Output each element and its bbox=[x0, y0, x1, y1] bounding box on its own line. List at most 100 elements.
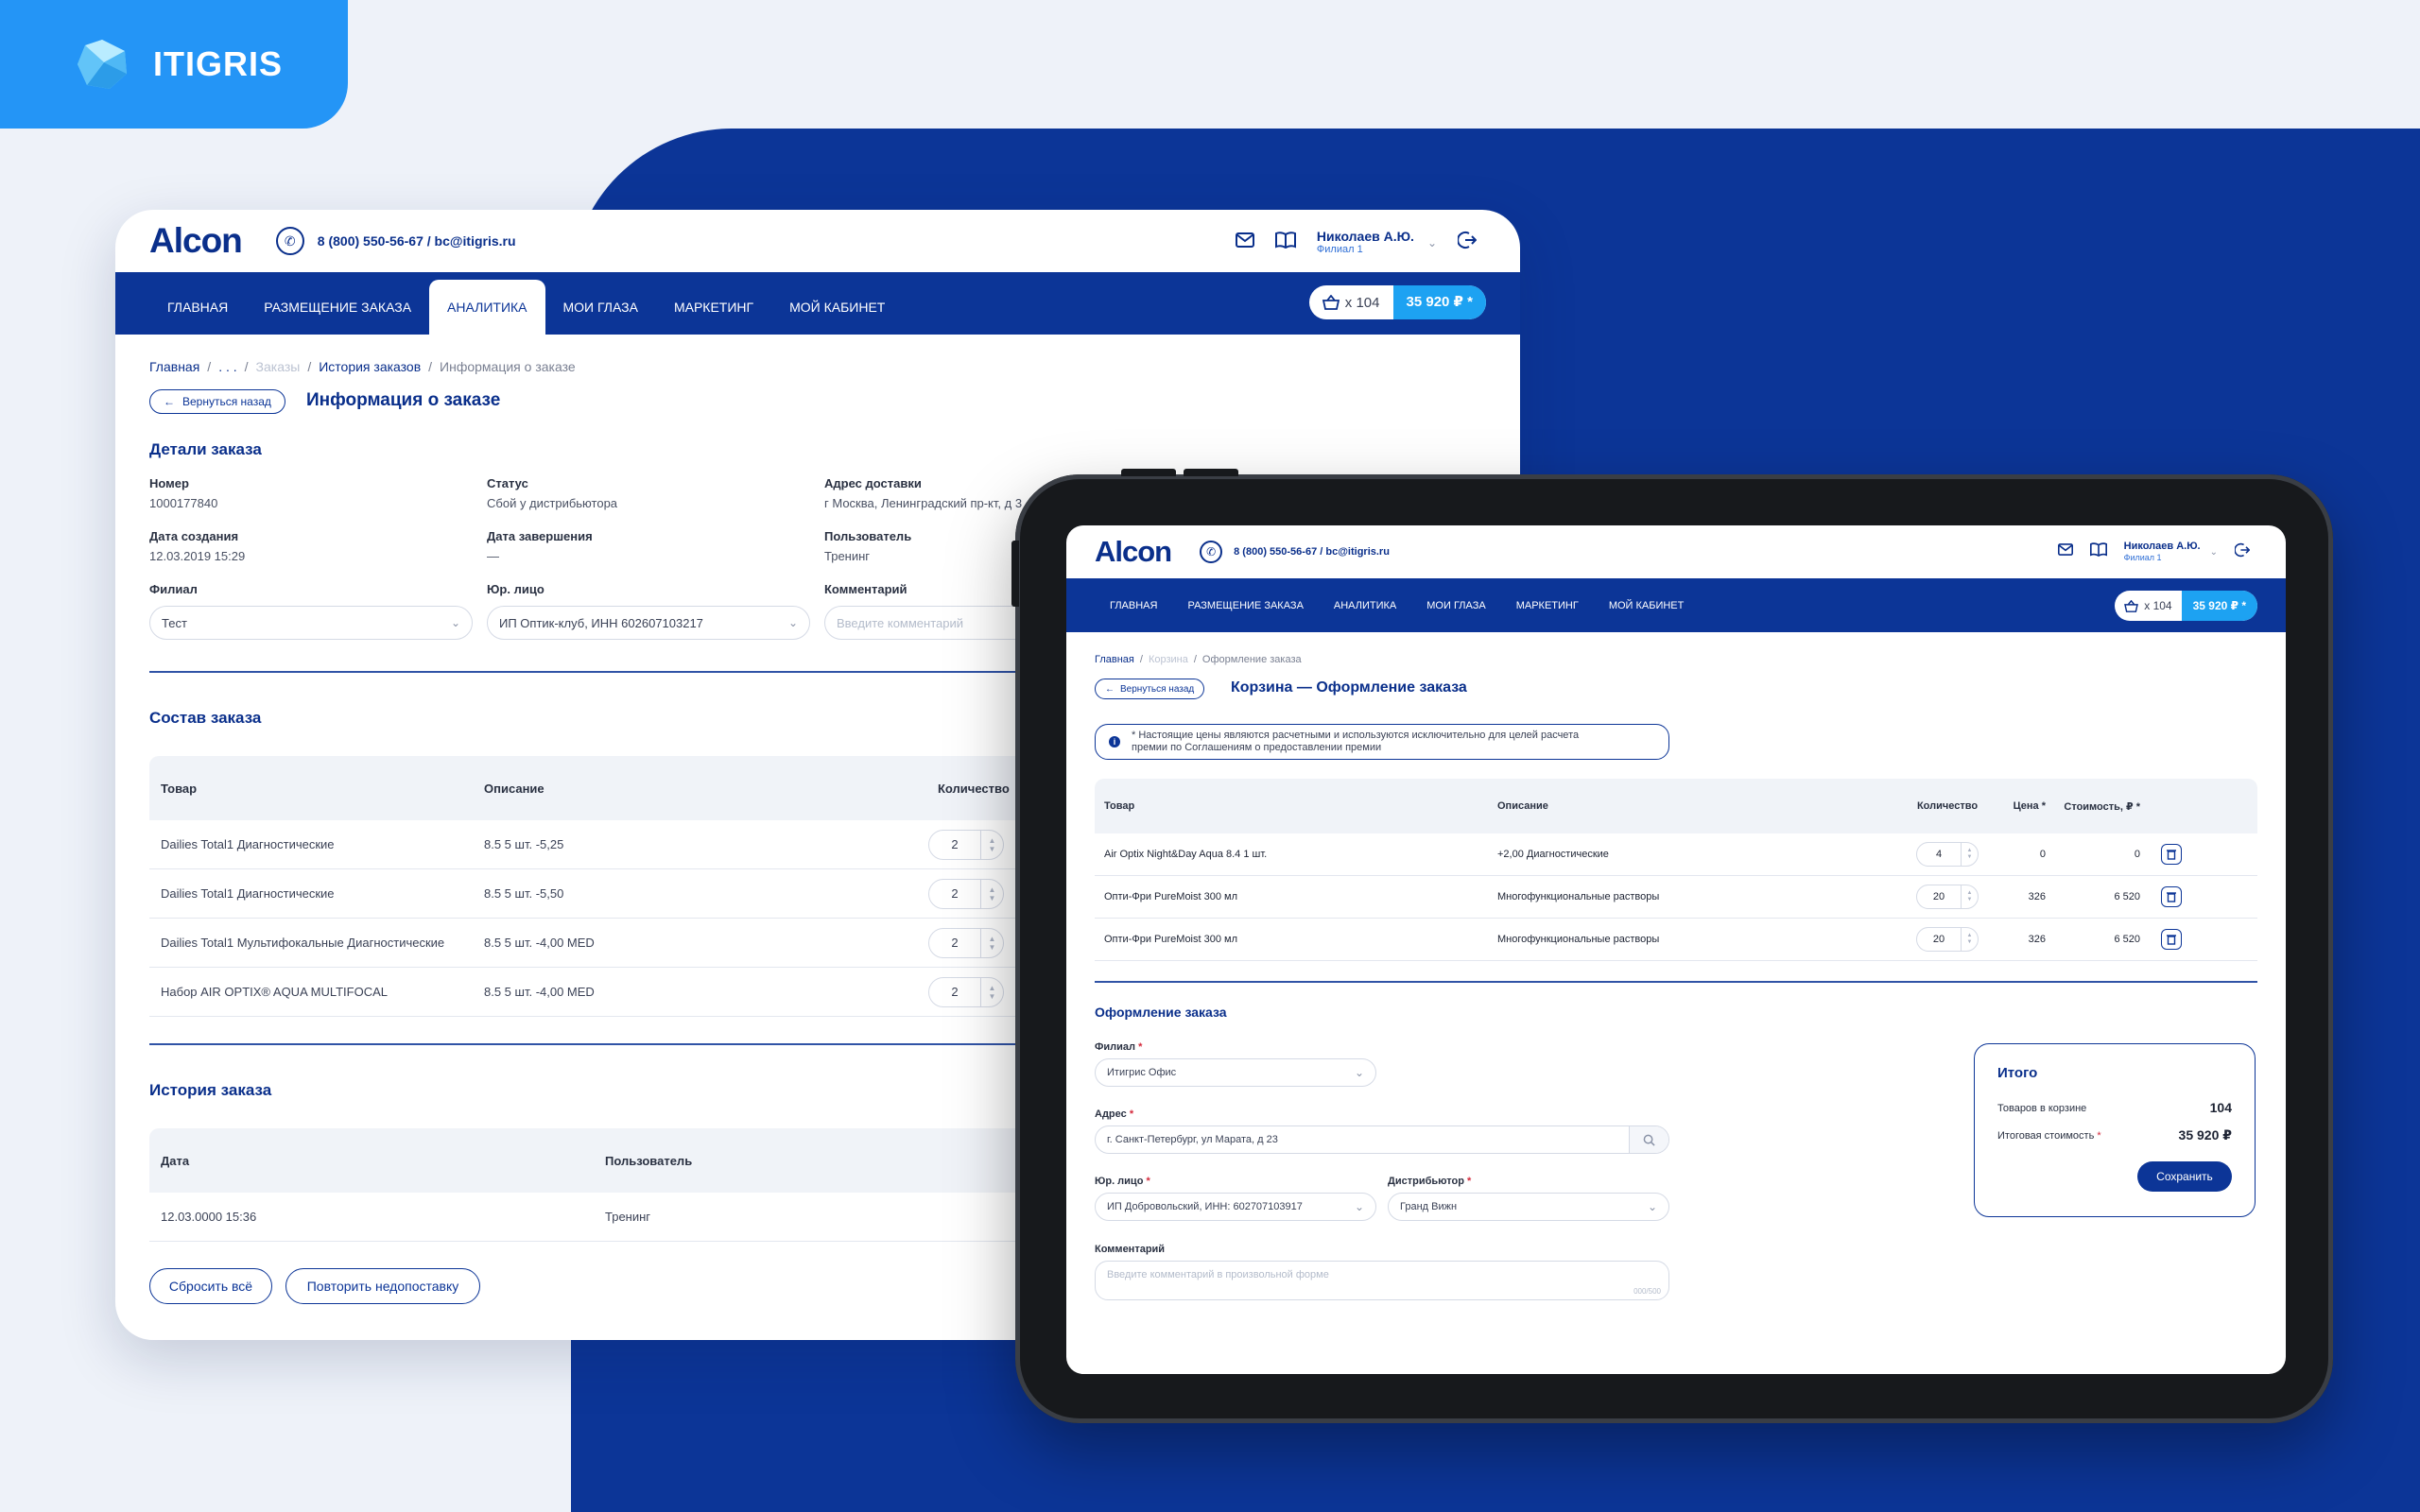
itigris-logo-icon bbox=[76, 38, 129, 91]
nav-order-placement[interactable]: Размещение заказа bbox=[246, 280, 429, 335]
branch-select[interactable]: Итигрис Офис ⌄ bbox=[1095, 1058, 1376, 1087]
nav-order-placement[interactable]: Размещение заказа bbox=[1172, 587, 1318, 625]
arrow-left-icon: ← bbox=[164, 395, 175, 408]
brand-badge: ITIGRIS bbox=[0, 0, 348, 129]
contact-info[interactable]: 8 (800) 550-56-67 / bc@itigris.ru bbox=[318, 233, 516, 249]
brand-name: ITIGRIS bbox=[153, 44, 284, 83]
field-status: Статус Сбой у дистрибьютора bbox=[487, 476, 618, 510]
comment-textarea[interactable]: Введите комментарий в произвольной форме… bbox=[1095, 1261, 1669, 1300]
section-divider bbox=[1095, 981, 2257, 983]
page-title: Информация о заказе bbox=[306, 390, 501, 410]
header-actions: Николаев А.Ю. Филиал 1 ⌄ bbox=[2057, 541, 2251, 563]
crumb-home[interactable]: Главная bbox=[149, 359, 199, 374]
reset-all-button[interactable]: Сбросить всё bbox=[149, 1268, 272, 1304]
user-branch: Филиал 1 bbox=[1316, 244, 1363, 255]
trash-icon[interactable] bbox=[2161, 886, 2182, 907]
nav-analytics[interactable]: Аналитика bbox=[429, 280, 545, 335]
main-nav: Главная Размещение заказа Аналитика Мои … bbox=[115, 272, 1520, 335]
search-icon[interactable] bbox=[1629, 1126, 1668, 1153]
chevron-down-icon: ⌄ bbox=[1647, 1200, 1657, 1213]
logout-icon[interactable] bbox=[2234, 542, 2251, 562]
field-legal: Юр. лицо ИП Оптик-клуб, ИНН 602607103217… bbox=[487, 582, 810, 640]
quantity-stepper[interactable]: 2 ▲ ▼ bbox=[928, 829, 1004, 860]
mail-icon[interactable] bbox=[1235, 232, 1254, 252]
crumb-history[interactable]: История заказов bbox=[319, 359, 421, 374]
legal-entity-select[interactable]: ИП Добровольский, ИНН: 602707103917 ⌄ bbox=[1095, 1193, 1376, 1221]
phone-icon: ✆ bbox=[275, 227, 304, 255]
user-branch: Филиал 1 bbox=[2123, 553, 2162, 562]
crumb-ellipsis[interactable]: . . . bbox=[218, 359, 236, 374]
header: Alcon ✆ 8 (800) 550-56-67 / bc@itigris.r… bbox=[115, 210, 1520, 272]
tablet-button bbox=[1121, 469, 1176, 476]
phone-icon: ✆ bbox=[1200, 541, 1223, 563]
crumb-current: Информация о заказе bbox=[440, 359, 576, 374]
nav-my-eyes[interactable]: Мои глаза bbox=[545, 280, 656, 335]
table-row: Air Optix Night&Day Aqua 8.4 1 шт. +2,00… bbox=[1095, 833, 2257, 876]
user-name: Николаев А.Ю. bbox=[1316, 229, 1414, 244]
chevron-down-icon: ⌄ bbox=[1426, 235, 1437, 249]
nav-marketing[interactable]: Маркетинг bbox=[656, 280, 771, 335]
cart-widget[interactable]: x 104 35 920 ₽ * bbox=[2115, 591, 2257, 621]
nav-my-account[interactable]: Мой кабинет bbox=[1594, 587, 1700, 625]
field-finished: Дата завершения — bbox=[487, 529, 593, 563]
trash-icon[interactable] bbox=[2161, 929, 2182, 950]
field-created: Дата создания 12.03.2019 15:29 bbox=[149, 529, 246, 563]
nav-home[interactable]: Главная bbox=[149, 280, 246, 335]
back-button[interactable]: ← Вернуться назад bbox=[1095, 679, 1205, 699]
chevron-down-icon: ⌄ bbox=[787, 616, 798, 629]
field-address: Адрес * г. Санкт-Петербург, ул Марата, д… bbox=[1095, 1108, 1669, 1154]
history-title: История заказа bbox=[149, 1081, 272, 1099]
tablet-button bbox=[1184, 469, 1238, 476]
legal-entity-select[interactable]: ИП Оптик-клуб, ИНН 602607103217 ⌄ bbox=[487, 606, 810, 640]
page-title: Корзина — Оформление заказа bbox=[1231, 679, 1467, 696]
book-icon[interactable] bbox=[1274, 232, 1296, 253]
table-header: Товар Описание Количество Цена * Стоимос… bbox=[1095, 779, 2257, 833]
user-menu[interactable]: Николаев А.Ю. Филиал 1 ⌄ bbox=[1317, 229, 1437, 256]
crumb-orders[interactable]: Заказы bbox=[256, 359, 301, 374]
back-button[interactable]: ← Вернуться назад bbox=[149, 389, 285, 414]
price-notice: i * Настоящие цены являются расчетными и… bbox=[1095, 724, 1669, 760]
cart-count: x 104 bbox=[2115, 599, 2181, 612]
quantity-stepper[interactable]: 20 ▲ ▼ bbox=[1916, 927, 1979, 952]
cart-widget[interactable]: x 104 35 920 ₽ * bbox=[1308, 285, 1486, 319]
repeat-shortage-button[interactable]: Повторить недопоставку bbox=[285, 1268, 480, 1304]
nav-home[interactable]: Главная bbox=[1095, 587, 1172, 625]
basket-icon bbox=[1322, 295, 1340, 310]
distributor-select[interactable]: Гранд Вижн ⌄ bbox=[1388, 1193, 1669, 1221]
user-menu[interactable]: Николаев А.Ю. Филиал 1 ⌄ bbox=[2124, 541, 2218, 563]
branch-select[interactable]: Тест ⌄ bbox=[149, 606, 473, 640]
tablet-screen: Alcon ✆ 8 (800) 550-56-67 / bc@itigris.r… bbox=[1066, 525, 2286, 1374]
nav-my-account[interactable]: Мой кабинет bbox=[771, 280, 903, 335]
items-label: Товаров в корзине bbox=[1997, 1103, 2087, 1114]
chevron-down-icon: ⌄ bbox=[2209, 546, 2218, 558]
alcon-logo[interactable]: Alcon bbox=[1095, 535, 1172, 569]
field-distributor: Дистрибьютор * Гранд Вижн ⌄ bbox=[1388, 1176, 1669, 1221]
quantity-stepper[interactable]: 20 ▲ ▼ bbox=[1916, 885, 1979, 909]
field-branch: Филиал * Итигрис Офис ⌄ bbox=[1095, 1041, 1376, 1087]
contact-info[interactable]: 8 (800) 550-56-67 / bc@itigris.ru bbox=[1234, 546, 1390, 558]
quantity-stepper[interactable]: 2 ▲ ▼ bbox=[928, 878, 1004, 909]
quantity-stepper[interactable]: 4 ▲ ▼ bbox=[1916, 842, 1979, 867]
table-row: Опти-Фри PureMoist 300 мл Многофункциона… bbox=[1095, 919, 2257, 961]
book-icon[interactable] bbox=[2089, 542, 2107, 561]
cart-sum: 35 920 ₽ * bbox=[2181, 591, 2257, 621]
checkout-title: Оформление заказа bbox=[1095, 1005, 1227, 1020]
quantity-stepper[interactable]: 2 ▲ ▼ bbox=[928, 927, 1004, 958]
mail-icon[interactable] bbox=[2057, 543, 2073, 560]
cart-sum: 35 920 ₽ * bbox=[1392, 285, 1486, 319]
alcon-logo[interactable]: Alcon bbox=[149, 221, 243, 261]
address-input[interactable]: г. Санкт-Петербург, ул Марата, д 23 bbox=[1095, 1125, 1669, 1154]
field-legal: Юр. лицо * ИП Добровольский, ИНН: 602707… bbox=[1095, 1176, 1376, 1221]
crumb-home[interactable]: Главная bbox=[1095, 654, 1134, 665]
total-value: 35 920 ₽ bbox=[2178, 1127, 2232, 1143]
save-button[interactable]: Сохранить bbox=[2137, 1161, 2232, 1192]
cart-table: Товар Описание Количество Цена * Стоимос… bbox=[1095, 779, 2257, 961]
nav-analytics[interactable]: Аналитика bbox=[1319, 587, 1411, 625]
main-nav: Главная Размещение заказа Аналитика Мои … bbox=[1066, 578, 2286, 632]
crumb-cart[interactable]: Корзина bbox=[1149, 654, 1188, 665]
logout-icon[interactable] bbox=[1457, 231, 1478, 254]
nav-my-eyes[interactable]: Мои глаза bbox=[1411, 587, 1500, 625]
nav-marketing[interactable]: Маркетинг bbox=[1501, 587, 1594, 625]
trash-icon[interactable] bbox=[2161, 844, 2182, 865]
quantity-stepper[interactable]: 2 ▲ ▼ bbox=[928, 976, 1004, 1007]
